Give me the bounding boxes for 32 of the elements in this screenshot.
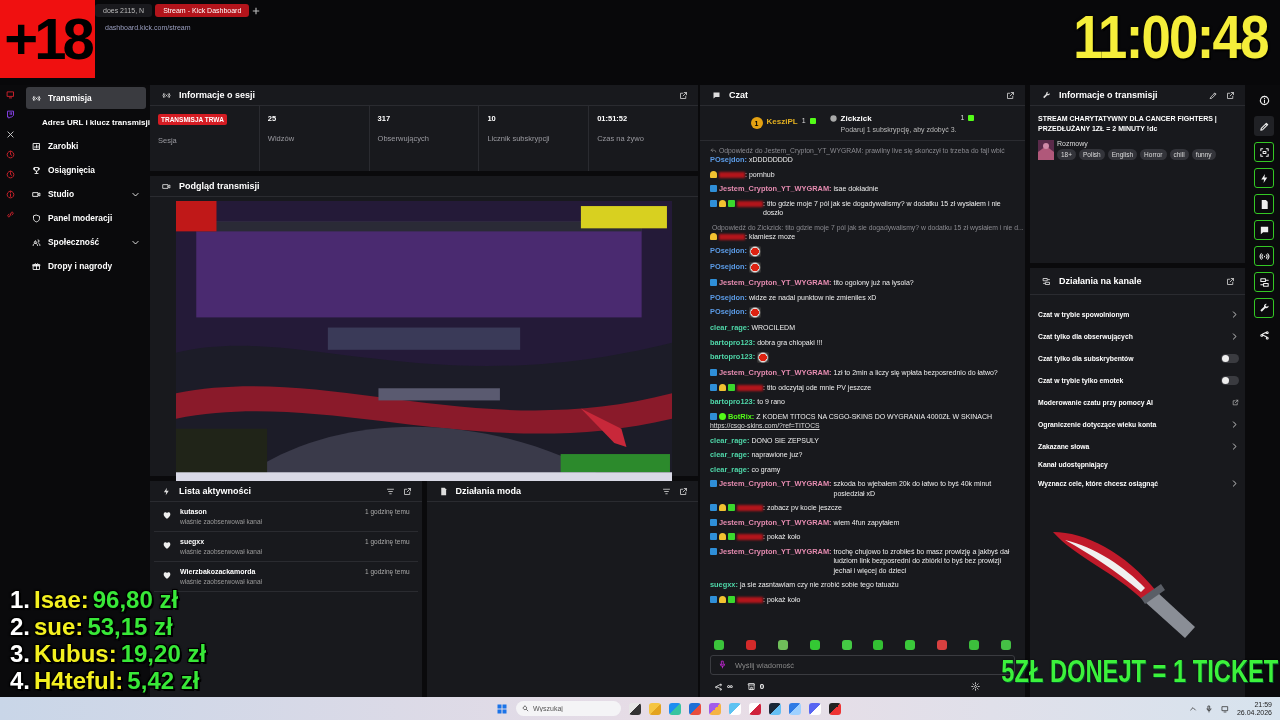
sidebar-item[interactable]: Osiągnięcia [26,159,146,181]
leaderboard-rank: 2. [10,613,30,640]
age-rating-overlay: +18 [0,0,95,78]
panel-title: Działania na kanale [1059,276,1143,286]
leaderboard-name: sue: [34,613,84,640]
store-count: 0 [759,682,765,691]
leaderboard-rank: 4. [10,667,30,694]
clock-overlay: 11:00:48 [1073,6,1268,68]
leaderboard-rank: 3. [10,640,30,667]
points-count: ∞ [727,682,733,691]
panel-title: Lista aktywności [179,486,253,496]
sidebar-item[interactable]: Dropy i nagrody [26,255,146,277]
leaderboard-amount: 5,42 zł [127,667,200,694]
gifter-name[interactable]: KesziPL [766,117,798,126]
gifter-name[interactable]: Zickzick [840,113,957,123]
panel-title: Czat [729,90,749,100]
sidebar-item[interactable]: Panel moderacji [26,207,146,229]
panel-title: Działania moda [455,486,523,496]
leaderboard-amount: 96,80 zł [92,586,179,613]
leaderboard-name: Isae: [34,586,89,613]
panel-title: Informacje o transmisji [1059,90,1159,100]
leaderboard-rank: 1. [10,586,30,613]
panel-title: Podgląd transmisji [179,181,261,191]
leaderboard-amount: 53,15 zł [87,613,173,640]
sidebar-item[interactable]: Zarobki [26,135,146,157]
sidebar-item[interactable]: Studio [26,183,146,205]
leaderboard-amount: 19,20 zł [120,640,207,667]
leaderboard-name: Kubus: [34,640,117,667]
panel-title: Informacje o sesji [179,90,257,100]
sidebar-item[interactable]: Społeczność [26,231,146,253]
leaderboard-name: H4teful: [34,667,124,694]
sidebar-item[interactable]: Transmisja [26,87,146,109]
